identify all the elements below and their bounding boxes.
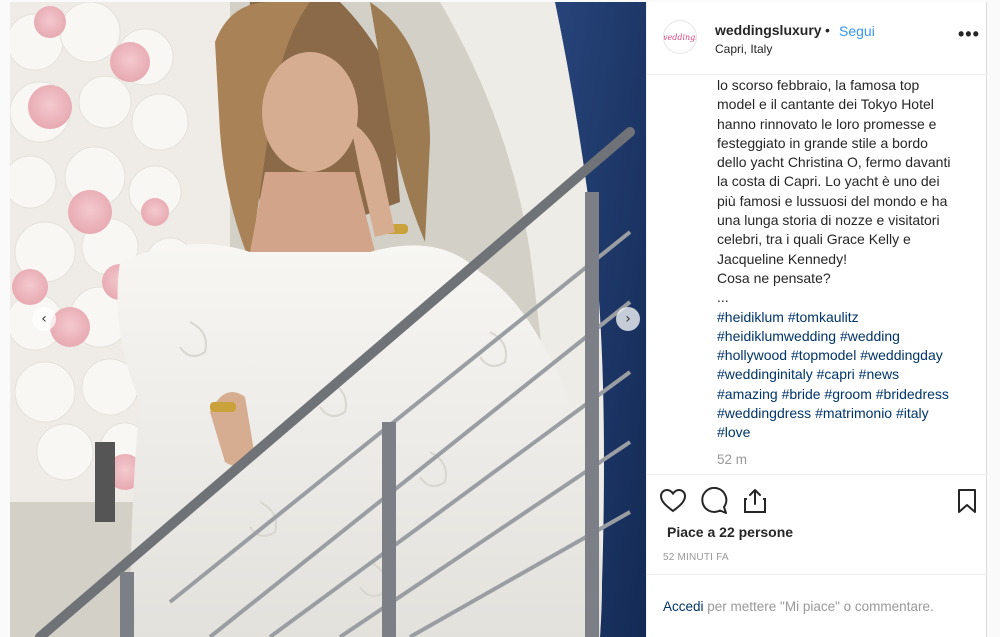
hashtag-link[interactable]: #bridedress bbox=[876, 386, 949, 402]
hashtag-link[interactable]: #tomkaulitz bbox=[788, 309, 859, 325]
action-bar bbox=[647, 474, 988, 524]
caption-line: Cosa ne pensate? bbox=[717, 269, 831, 286]
bookmark-icon[interactable] bbox=[953, 487, 981, 515]
caption-line: festeggiato in grande stile a bordo bbox=[717, 134, 928, 151]
caption-line: una lunga storia di nozze e visitatori bbox=[717, 212, 940, 229]
follow-button[interactable]: Segui bbox=[839, 23, 875, 39]
hashtag-link[interactable]: #capri bbox=[817, 366, 855, 382]
post-side-panel: weddings weddingsluxury • Segui Capri, I… bbox=[646, 2, 988, 637]
hashtag-line: #amazing #bride #groom #bridedress bbox=[717, 385, 979, 404]
separator-dot: • bbox=[825, 22, 830, 38]
instagram-post-window: ‹ › weddings weddingsluxury • Segui Capr… bbox=[0, 0, 1000, 637]
caption-line: model e il cantante dei Tokyo Hotel bbox=[717, 96, 934, 113]
hashtag-link[interactable]: #amazing bbox=[717, 386, 778, 402]
comment-footer: Accedi per mettere "Mi piace" o commenta… bbox=[647, 574, 988, 637]
hashtag-link[interactable]: #heidiklum bbox=[717, 309, 784, 325]
post-photo[interactable]: ‹ › bbox=[10, 2, 646, 637]
chevron-right-icon: › bbox=[625, 311, 631, 327]
hashtag-line: #hollywood #topmodel #weddingday bbox=[717, 346, 979, 365]
hashtag-line: #love bbox=[717, 423, 979, 442]
hashtag-link[interactable]: #italy bbox=[896, 405, 929, 421]
hashtag-link[interactable]: #weddingday bbox=[860, 347, 943, 363]
hashtag-link[interactable]: #bride bbox=[782, 386, 821, 402]
carousel-prev-button[interactable]: ‹ bbox=[32, 307, 56, 331]
caption-line: ... bbox=[717, 289, 729, 306]
hashtag-link[interactable]: #weddingdress bbox=[717, 405, 811, 421]
hashtag-link[interactable]: #topmodel bbox=[791, 347, 856, 363]
avatar-logo-text: weddings bbox=[664, 32, 696, 42]
heart-icon[interactable] bbox=[659, 487, 687, 515]
caption-line: celebri, tra i quali Grace Kelly e bbox=[717, 231, 911, 248]
caption-line: hanno rinnovato le loro promesse e bbox=[717, 115, 937, 132]
post-caption: lo scorso febbraio, la famosa top model e… bbox=[717, 76, 979, 474]
caption-timestamp: 52 m bbox=[717, 452, 748, 467]
hashtag-link[interactable]: #weddinginitaly bbox=[717, 366, 813, 382]
hashtag-link[interactable]: #news bbox=[859, 366, 899, 382]
chevron-left-icon: ‹ bbox=[41, 311, 47, 327]
hashtag-line: #weddinginitaly #capri #news bbox=[717, 365, 979, 384]
location-link[interactable]: Capri, Italy bbox=[715, 42, 772, 56]
hashtag-link[interactable]: #matrimonio bbox=[815, 405, 892, 421]
login-link[interactable]: Accedi bbox=[663, 599, 704, 614]
comment-icon[interactable] bbox=[700, 487, 728, 515]
login-prompt: Accedi per mettere "Mi piace" o commenta… bbox=[663, 599, 934, 614]
caption-line: più famosi e lussuosi del mondo e ha bbox=[717, 192, 948, 209]
post-header: weddings weddingsluxury • Segui Capri, I… bbox=[647, 2, 988, 75]
avatar[interactable]: weddings bbox=[663, 20, 697, 54]
hashtag-line: #weddingdress #matrimonio #italy bbox=[717, 404, 979, 423]
hashtag-line: #heidiklumwedding #wedding bbox=[717, 327, 979, 346]
hashtag-link[interactable]: #hollywood bbox=[717, 347, 787, 363]
carousel-next-button[interactable]: › bbox=[616, 307, 640, 331]
hashtag-link[interactable]: #heidiklumwedding bbox=[717, 328, 836, 344]
hashtag-link[interactable]: #wedding bbox=[840, 328, 900, 344]
post-time: 52 MINUTI FA bbox=[663, 552, 729, 563]
username-link[interactable]: weddingsluxury bbox=[715, 22, 822, 38]
hashtag-link[interactable]: #groom bbox=[824, 386, 871, 402]
caption-line: lo scorso febbraio, la famosa top bbox=[717, 77, 920, 93]
login-prompt-text: per mettere "Mi piace" o commentare. bbox=[703, 599, 934, 614]
hashtag-link[interactable]: #love bbox=[717, 424, 750, 440]
wedding-photo-illustration bbox=[10, 2, 646, 637]
caption-line: la costa di Capri. Lo yacht è uno dei bbox=[717, 173, 940, 190]
caption-line: Jacqueline Kennedy! bbox=[717, 250, 847, 267]
likes-count[interactable]: Piace a 22 persone bbox=[667, 524, 793, 540]
more-options-icon[interactable]: ••• bbox=[958, 24, 980, 45]
hashtag-line: #heidiklum #tomkaulitz bbox=[717, 308, 979, 327]
share-icon[interactable] bbox=[741, 487, 769, 515]
caption-line: dello yacht Christina O, fermo davanti bbox=[717, 154, 951, 171]
